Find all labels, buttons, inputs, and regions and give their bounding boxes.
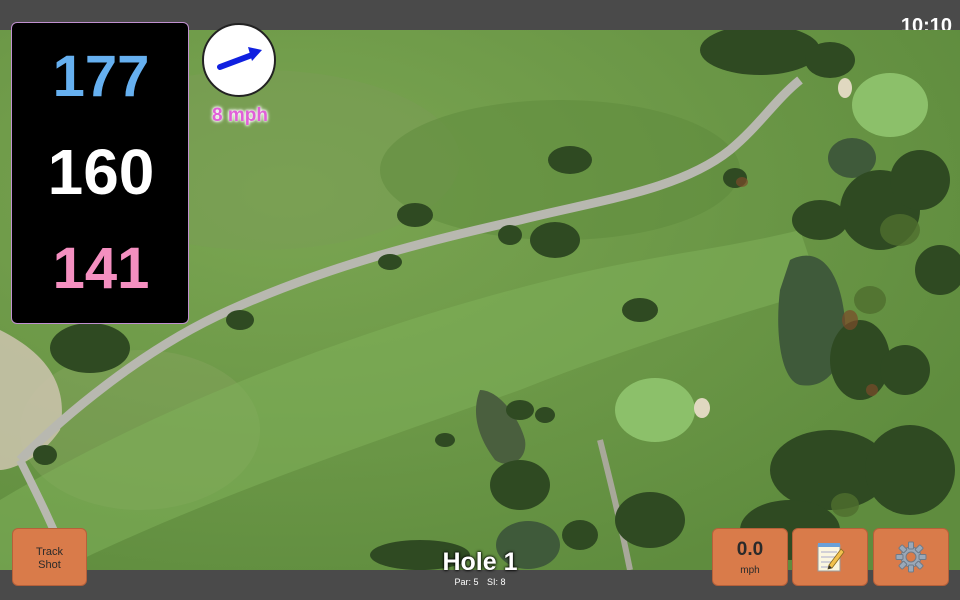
hole-title: Hole 1: [442, 548, 518, 576]
wind-speed: 8 mph: [212, 105, 268, 126]
speed-unit: mph: [740, 565, 760, 576]
track-shot-button[interactable]: Track Shot: [12, 528, 87, 586]
center-yardage: 160: [47, 136, 155, 208]
track-shot-label-line2: Shot: [38, 559, 61, 571]
speed-button[interactable]: 0.0 mph: [712, 528, 788, 586]
notepad-icon: [817, 543, 845, 572]
speed-value: 0.0: [736, 539, 764, 560]
settings-button[interactable]: [873, 528, 949, 586]
yardage-panel[interactable]: 177 160 141: [11, 22, 189, 324]
hole-si: SI: 8: [487, 577, 506, 587]
back-yardage: 177: [52, 44, 150, 109]
gear-icon: [895, 541, 927, 573]
notes-button[interactable]: [792, 528, 868, 586]
hole-info: Par: 5 SI: 8: [380, 577, 580, 587]
front-yardage: 141: [52, 236, 150, 301]
track-shot-label-line1: Track: [35, 546, 64, 558]
hole-par: Par: 5: [454, 577, 479, 587]
wind-indicator: [202, 23, 276, 97]
wind-arrow-icon: [217, 47, 262, 70]
